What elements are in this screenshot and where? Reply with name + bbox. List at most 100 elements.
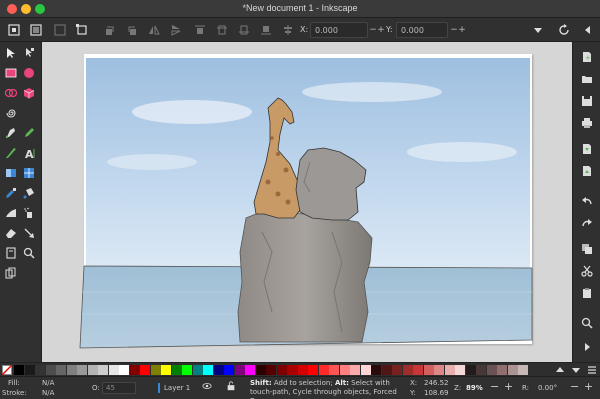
transform-handles-icon[interactable] [74,22,90,38]
flip-vertical-icon[interactable] [168,22,184,38]
palette-swatch[interactable] [192,365,203,375]
palette-swatch[interactable] [119,365,129,375]
palette-swatch[interactable] [381,365,392,375]
select-all-layers-icon[interactable] [28,22,44,38]
zoom-icon[interactable] [580,316,594,330]
zoom-value[interactable]: 89% [466,384,483,392]
palette-swatch[interactable] [255,365,266,375]
spiral-tool-icon[interactable] [4,106,18,120]
opacity-input[interactable]: 45 [102,382,136,394]
zoom-in-button[interactable]: + [504,380,513,393]
palette-swatch[interactable] [413,365,423,375]
text-tool-icon[interactable]: A [22,146,36,160]
paste-icon[interactable] [580,286,594,300]
palette-swatch[interactable] [140,365,150,375]
palette-menu-icon[interactable] [584,363,600,377]
fill-value[interactable]: N/A [42,379,54,387]
pages-tool-icon[interactable] [4,246,18,260]
palette-swatch[interactable] [402,365,413,375]
chevron-left-icon[interactable] [580,22,596,38]
raise-icon[interactable] [214,22,230,38]
rotation-value[interactable]: 0.00° [538,384,557,392]
cut-icon[interactable] [580,264,594,278]
palette-swatch[interactable] [98,365,108,375]
mesh-tool-icon[interactable] [22,166,36,180]
palette-swatch[interactable] [455,365,465,375]
palette-swatch[interactable] [434,365,444,375]
palette-swatch[interactable] [476,365,486,375]
palette-swatch[interactable] [77,365,87,375]
palette-swatch[interactable] [444,365,455,375]
rotate-cw-icon[interactable] [124,22,140,38]
3d-box-tool-icon[interactable] [22,86,36,100]
y-coordinate-input[interactable]: 0.000 [396,22,448,38]
palette-swatch[interactable] [150,365,161,375]
palette-swatch[interactable] [297,365,308,375]
save-icon[interactable] [580,94,594,108]
bezier-pen-tool-icon[interactable] [4,126,18,140]
palette-swatch[interactable] [66,365,77,375]
measure-tool-icon[interactable] [4,266,18,280]
rectangle-tool-icon[interactable] [4,66,18,80]
palette-swatch[interactable] [45,365,56,375]
node-tool-icon[interactable] [22,46,36,60]
rotate-ccw-icon[interactable] [102,22,118,38]
rotate-increment-button[interactable]: + [584,380,593,393]
connector-tool-icon[interactable] [22,226,36,240]
palette-swatch[interactable] [35,365,45,375]
palette-swatch[interactable] [245,365,255,375]
y-increment-button[interactable]: + [457,22,467,38]
palette-swatch[interactable] [161,365,171,375]
palette-swatch[interactable] [234,365,245,375]
palette-swatch[interactable] [360,365,371,375]
palette-swatch[interactable] [24,365,35,375]
palette-swatch[interactable] [266,365,276,375]
paint-bucket-tool-icon[interactable] [22,186,36,200]
selector-tool-icon[interactable] [4,46,18,60]
palette-swatch[interactable] [56,365,66,375]
palette-swatch[interactable] [507,365,518,375]
palette-swatch[interactable] [392,365,402,375]
x-increment-button[interactable]: + [376,22,386,38]
redo-icon[interactable] [580,216,594,230]
palette-swatch[interactable] [486,365,497,375]
open-folder-icon[interactable] [580,72,594,86]
gradient-tool-icon[interactable] [4,166,18,180]
calligraphy-tool-icon[interactable] [4,146,18,160]
palette-swatch[interactable] [276,365,287,375]
select-all-icon[interactable] [6,22,22,38]
rotate-decrement-button[interactable]: − [570,380,579,393]
new-document-icon[interactable]: + [580,50,594,64]
chevron-right-icon[interactable] [580,340,594,354]
palette-swatch[interactable] [308,365,318,375]
deselect-icon[interactable] [52,22,68,38]
layer-name[interactable]: Layer 1 [164,384,190,392]
palette-swatch[interactable] [318,365,329,375]
x-coordinate-input[interactable]: 0.000 [310,22,368,38]
palette-swatch[interactable] [14,365,24,375]
canvas[interactable] [42,42,572,362]
ellipse-tool-icon[interactable] [22,66,36,80]
undo-icon[interactable] [580,194,594,208]
dropper-tool-icon[interactable] [4,186,18,200]
flip-horizontal-icon[interactable] [146,22,162,38]
palette-swatch[interactable] [465,365,476,375]
palette-swatch[interactable] [129,365,140,375]
palette-swatch[interactable] [423,365,434,375]
palette-swatch[interactable] [87,365,98,375]
palette-swatch[interactable] [350,365,360,375]
artwork[interactable] [42,42,572,362]
lower-icon[interactable] [236,22,252,38]
rock-object[interactable] [237,211,373,343]
palette-swatch[interactable] [171,365,182,375]
palette-swatch[interactable] [329,365,339,375]
eye-icon[interactable] [202,381,212,393]
palette-swatch[interactable] [224,365,234,375]
eraser-tool-icon[interactable] [4,226,18,240]
lower-to-bottom-icon[interactable] [258,22,274,38]
palette-swatch[interactable] [213,365,224,375]
palette-swatch[interactable] [203,365,213,375]
palette-swatch[interactable] [339,365,350,375]
refresh-icon[interactable] [556,22,572,38]
palette-swatch[interactable] [518,365,528,375]
